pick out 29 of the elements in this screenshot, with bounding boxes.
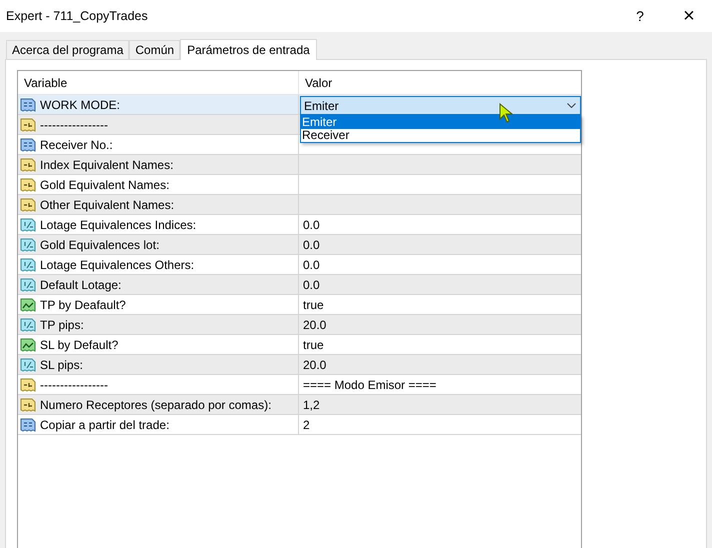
value-cell-text: 2 <box>303 416 310 434</box>
variable-name: SL pips: <box>40 356 83 374</box>
value-cell-text: 20.0 <box>303 316 326 334</box>
variable-name: Gold Equivalent Names: <box>40 176 170 194</box>
variable-name: Other Equivalent Names: <box>40 196 174 214</box>
value-cell-text: 20.0 <box>303 356 326 374</box>
variable-name: Index Equivalent Names: <box>40 156 174 174</box>
variable-name: SL by Default? <box>40 336 118 354</box>
variable-name: Copiar a partir del trade: <box>40 416 170 434</box>
window-title: Expert - 711_CopyTrades <box>6 8 149 25</box>
value-cell-text: ==== Modo Emisor ==== <box>303 376 436 394</box>
variable-name: Gold Equivalences lot: <box>40 236 160 254</box>
variable-name: ----------------- <box>40 116 108 134</box>
variable-name: Numero Receptores (separado por comas): <box>40 396 272 414</box>
variable-name: Default Lotage: <box>40 276 122 294</box>
variable-name: WORK MODE: <box>40 96 120 114</box>
value-cell-text: 0.0 <box>303 236 320 254</box>
variable-name: Lotage Equivalences Others: <box>40 256 194 274</box>
value-cell-text: 0.0 <box>303 256 320 274</box>
value-cell-text: 0.0 <box>303 216 320 234</box>
value-cell-text: true <box>303 296 324 314</box>
variable-name: TP by Deafault? <box>40 296 126 314</box>
variable-name: TP pips: <box>40 316 84 334</box>
variable-name: Receiver No.: <box>40 136 113 154</box>
value-cell-text: true <box>303 336 324 354</box>
variable-name: Lotage Equivalences Indices: <box>40 216 196 234</box>
value-cell-text: 0.0 <box>303 276 320 294</box>
variable-name: ----------------- <box>40 376 108 394</box>
value-cell-text: 1,2 <box>303 396 320 414</box>
